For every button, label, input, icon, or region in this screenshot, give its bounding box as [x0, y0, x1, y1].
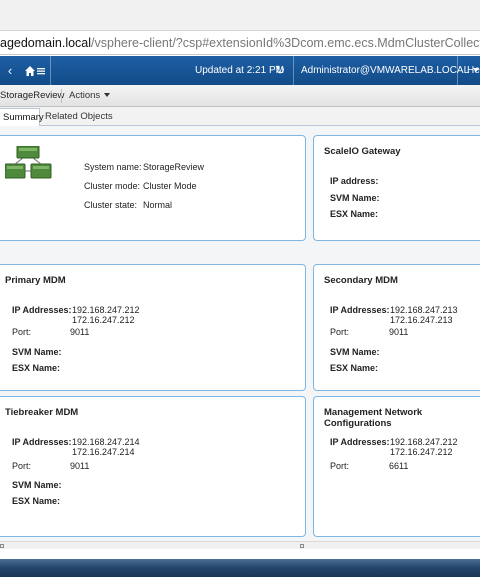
ip-address-value: 172.16.247.214 [72, 447, 135, 457]
system-name-value: StorageReview [143, 162, 205, 172]
port-label: Port: [12, 327, 32, 337]
panel-title: Secondary MDM [324, 275, 398, 286]
tab-related-objects[interactable]: Related Objects [41, 108, 117, 127]
content-area: System name: StorageReview Cluster mode:… [0, 126, 480, 559]
user-menu[interactable]: Administrator@VMWARELAB.LOCAL [301, 56, 480, 85]
chevron-down-icon [104, 93, 111, 98]
panel-title: Primary MDM [5, 275, 66, 286]
cluster-state-label: Cluster state: [84, 200, 138, 210]
esx-name-label: ESX Name: [12, 363, 61, 373]
cluster-mode-value: Cluster Mode [143, 181, 197, 191]
address-bar[interactable]: agedomain.local/vsphere-client/?csp#exte… [0, 31, 480, 55]
header-divider [50, 56, 51, 85]
updated-time-label: Updated at 2:21 PM [195, 65, 284, 76]
header-divider [457, 56, 458, 85]
esx-name-label: ESX Name: [330, 209, 379, 219]
bottom-spacer [0, 549, 480, 559]
refresh-icon[interactable]: ↻ [275, 56, 285, 85]
scroll-handle-left[interactable] [0, 544, 4, 548]
object-title: StorageReview [0, 90, 65, 101]
user-name: Administrator@VMWARELAB.LOCAL [301, 65, 470, 76]
port-value: 9011 [389, 327, 409, 337]
actions-label: Actions [69, 90, 101, 101]
tab-summary[interactable]: Summary [0, 108, 44, 127]
ip-addresses-label: IP Addresses: [330, 305, 390, 315]
port-value: 9011 [70, 327, 90, 337]
menu-lines-icon [37, 67, 45, 74]
ip-addresses-label: IP Addresses: [330, 437, 390, 447]
home-menu-button[interactable] [20, 56, 50, 85]
cluster-mode-label: Cluster mode: [84, 181, 141, 191]
actions-menu-button[interactable]: Actions [69, 85, 111, 107]
ip-address-label: IP address: [330, 176, 379, 186]
cluster-icon [5, 146, 52, 179]
bottom-status-bar [0, 559, 480, 577]
ip-addresses-label: IP Addresses: [12, 305, 72, 315]
back-chevron-icon[interactable]: ‹ [0, 56, 20, 85]
ip-address-value: 192.168.247.212 [72, 305, 140, 315]
horizontal-scrollbar[interactable] [0, 541, 480, 549]
scroll-handle-right[interactable] [300, 544, 304, 548]
svm-name-label: SVM Name: [330, 193, 380, 203]
ip-address-value: 192.168.247.212 [390, 437, 458, 447]
port-label: Port: [330, 461, 350, 471]
port-label: Port: [330, 327, 350, 337]
management-network-panel: Management Network Configurations IP Add… [313, 396, 480, 537]
panel-title: ScaleIO Gateway [324, 146, 401, 157]
primary-mdm-panel: Primary MDM IP Addresses: 192.168.247.21… [0, 264, 306, 391]
ip-address-value: 172.16.247.212 [72, 315, 135, 325]
url-path: /vsphere-client/?csp#extensionId%3Dcom.e… [91, 36, 480, 50]
ip-address-value: 172.16.247.213 [390, 315, 453, 325]
scaleio-gateway-panel: ScaleIO Gateway IP address: SVM Name: ES… [313, 135, 480, 241]
browser-tab-strip [0, 0, 480, 31]
url-domain: agedomain.local [0, 36, 92, 50]
esx-name-label: ESX Name: [12, 496, 61, 506]
ip-address-value: 192.168.247.213 [390, 305, 458, 315]
help-menu[interactable]: He [467, 56, 480, 85]
toolbar-divider [61, 89, 62, 103]
panel-title: Tiebreaker MDM [5, 407, 79, 418]
summary-panel: System name: StorageReview Cluster mode:… [0, 135, 306, 241]
port-value: 6611 [389, 461, 409, 471]
header-divider [293, 56, 294, 85]
svm-name-label: SVM Name: [12, 480, 62, 490]
svm-name-label: SVM Name: [12, 347, 62, 357]
port-value: 9011 [70, 461, 90, 471]
secondary-mdm-panel: Secondary MDM IP Addresses: 192.168.247.… [313, 264, 480, 391]
system-name-label: System name: [84, 162, 142, 172]
port-label: Port: [12, 461, 32, 471]
home-icon [25, 65, 35, 76]
app-header: ‹ Updated at 2:21 PM ↻ Administrator@VMW… [0, 56, 480, 85]
cluster-state-value: Normal [143, 200, 173, 210]
object-toolbar: StorageReview Actions [0, 85, 480, 107]
tab-bar: Summary Related Objects [0, 107, 480, 127]
ip-address-value: 192.168.247.214 [72, 437, 140, 447]
ip-addresses-label: IP Addresses: [12, 437, 72, 447]
tiebreaker-mdm-panel: Tiebreaker MDM IP Addresses: 192.168.247… [0, 396, 306, 537]
esx-name-label: ESX Name: [330, 363, 379, 373]
ip-address-value: 172.16.247.212 [390, 447, 453, 457]
svm-name-label: SVM Name: [330, 347, 380, 357]
panel-title: Management Network Configurations [324, 407, 423, 429]
